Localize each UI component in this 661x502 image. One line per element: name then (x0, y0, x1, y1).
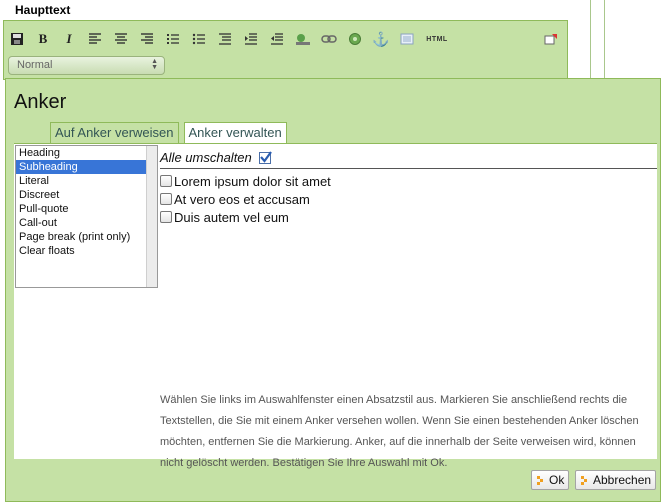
toolbar: B I ⚓ HTML (8, 26, 564, 52)
cancel-icon (581, 476, 587, 485)
dialog-content: Heading Subheading Literal Discreet Pull… (14, 143, 657, 469)
ok-button[interactable]: Ok (531, 470, 570, 490)
maximize-icon[interactable] (542, 30, 560, 48)
ordered-list-icon[interactable] (164, 30, 182, 48)
anchor-label: At vero eos et accusam (174, 191, 310, 207)
anchor-checkbox[interactable] (160, 211, 172, 223)
format-select-value: Normal (17, 59, 53, 71)
list-scrollbar[interactable] (146, 146, 157, 287)
dialog-tabs: Auf Anker verweisen Anker verwalten (50, 122, 292, 144)
align-right-icon[interactable] (138, 30, 156, 48)
section-title: Haupttext (15, 3, 71, 17)
anchor-icon[interactable]: ⚓ (372, 30, 390, 48)
list-item[interactable]: Heading (16, 146, 147, 160)
media-icon[interactable] (398, 30, 416, 48)
ok-button-label: Ok (549, 473, 565, 487)
page-edge-line (604, 0, 605, 78)
anchor-checkbox[interactable] (160, 193, 172, 205)
list-item-selected[interactable]: Subheading (16, 160, 147, 174)
link-icon[interactable] (320, 30, 338, 48)
anchor-checkbox[interactable] (160, 175, 172, 187)
list-item: Lorem ipsum dolor sit amet (160, 172, 331, 190)
image-icon[interactable] (294, 30, 312, 48)
list-item[interactable]: Discreet (16, 188, 147, 202)
align-center-icon[interactable] (112, 30, 130, 48)
toggle-all-label: Alle umschalten (160, 150, 252, 165)
cancel-button[interactable]: Abbrechen (575, 470, 657, 490)
format-select[interactable]: Normal ▲ ▼ (8, 56, 165, 75)
paragraph-style-list[interactable]: Heading Subheading Literal Discreet Pull… (15, 145, 158, 288)
outdent-icon[interactable] (216, 30, 234, 48)
italic-icon[interactable]: I (60, 30, 78, 48)
bold-icon[interactable]: B (34, 30, 52, 48)
select-arrows-icon: ▲ ▼ (151, 58, 158, 71)
indent-right-icon[interactable] (268, 30, 286, 48)
cancel-button-label: Abbrechen (593, 473, 652, 487)
tab-link-to-anchor[interactable]: Auf Anker verweisen (50, 122, 179, 143)
save-icon[interactable] (8, 30, 26, 48)
anchor-dialog: Anker Auf Anker verweisen Anker verwalte… (5, 78, 661, 502)
list-item: Duis autem vel eum (160, 208, 331, 226)
list-item[interactable]: Literal (16, 174, 147, 188)
anchor-label: Lorem ipsum dolor sit amet (174, 173, 331, 189)
unlink-icon[interactable] (346, 30, 364, 48)
toggle-all-checkbox[interactable] (259, 151, 273, 164)
anchor-list: Lorem ipsum dolor sit amet At vero eos e… (160, 172, 331, 226)
dialog-title: Anker (14, 91, 67, 113)
editor-toolbar-panel: B I ⚓ HTML Normal ▲ ▼ (3, 20, 568, 80)
indent-left-icon[interactable] (242, 30, 260, 48)
align-left-icon[interactable] (86, 30, 104, 48)
help-text: Wählen Sie links im Auswahlfenster einen… (160, 394, 639, 469)
anchor-label: Duis autem vel eum (174, 209, 289, 225)
tab-manage-anchors[interactable]: Anker verwalten (183, 122, 287, 144)
html-icon[interactable]: HTML (424, 30, 450, 48)
list-item[interactable]: Page break (print only) (16, 230, 147, 244)
toggle-all-row: Alle umschalten (160, 147, 657, 169)
page-edge-line (590, 0, 591, 78)
ok-icon (537, 476, 543, 485)
list-item[interactable]: Pull-quote (16, 202, 147, 216)
list-item[interactable]: Call-out (16, 216, 147, 230)
unordered-list-icon[interactable] (190, 30, 208, 48)
list-item: At vero eos et accusam (160, 190, 331, 208)
list-item[interactable]: Clear floats (16, 244, 147, 258)
